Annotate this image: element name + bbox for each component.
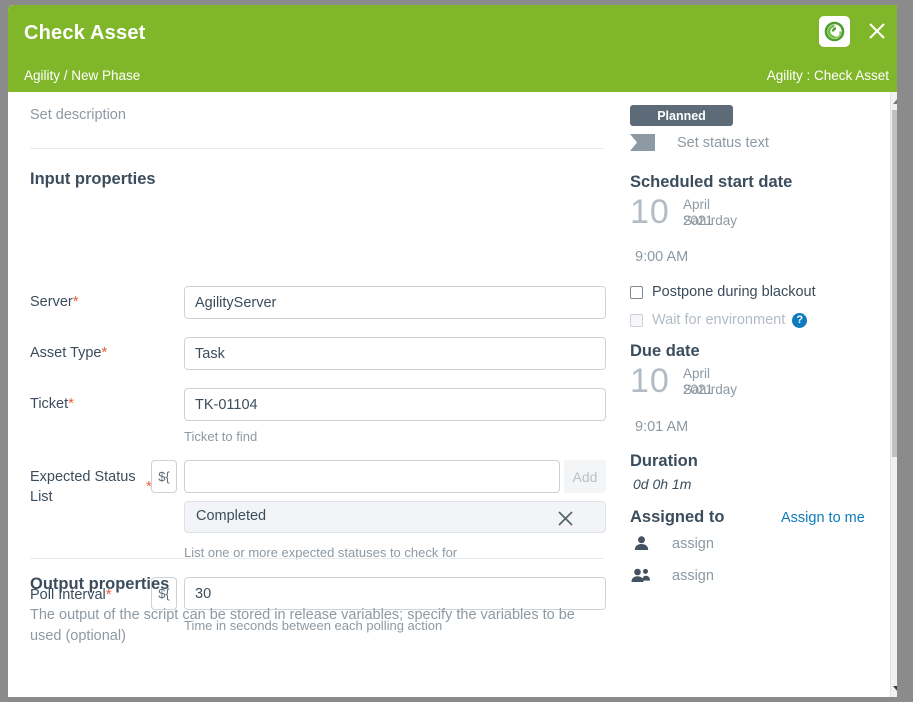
duration-heading: Duration [630, 452, 698, 470]
status-chip-label: Completed [196, 508, 267, 524]
close-button[interactable] [863, 17, 891, 45]
form-column: Set description Input properties Server*… [8, 92, 613, 697]
help-circle-icon[interactable]: ? [792, 312, 808, 328]
due-date-heading: Due date [630, 342, 700, 360]
context-label: Agility : Check Asset [766, 68, 889, 83]
agility-swirl-logo-icon [819, 16, 850, 47]
expected-status-variable-button[interactable]: ${ [151, 460, 177, 493]
due-date-weekday: Saturday [683, 382, 738, 397]
required-marker: * [101, 344, 108, 361]
divider [30, 558, 604, 559]
person-icon [630, 535, 652, 552]
input-properties-heading: Input properties [30, 170, 156, 188]
field-label-expected-status-list: Expected Status List [30, 469, 136, 505]
assigned-to-heading: Assigned to [630, 508, 725, 526]
backdrop-right-gutter [897, 0, 913, 702]
page-title: Check Asset [24, 22, 146, 44]
duration-value: 0d 0h 1m [633, 476, 692, 492]
scheduled-start-date-heading: Scheduled start date [630, 173, 793, 191]
sidebar-column: Planned Set status text Scheduled start … [613, 92, 890, 697]
check-asset-modal: Check Asset Agility / New Phase Agility … [8, 5, 905, 697]
ticket-hint: Ticket to find [184, 429, 258, 444]
set-status-text-row[interactable]: Set status text [630, 134, 769, 151]
checkbox-postpone-during-blackout[interactable]: Postpone during blackout [630, 284, 816, 300]
add-status-button[interactable]: Add [564, 460, 606, 493]
flag-icon [630, 134, 655, 151]
expected-status-input[interactable] [184, 460, 560, 493]
checkbox-wait-for-environment: Wait for environment ? [630, 312, 808, 328]
checkbox-box[interactable] [630, 285, 643, 299]
due-date-day: 10 [630, 362, 670, 400]
checkbox-label: Postpone during blackout [652, 284, 816, 300]
field-label-server: Server* [30, 293, 79, 310]
required-marker: * [72, 293, 79, 310]
modal-header: Check Asset Agility / New Phase Agility … [8, 5, 905, 92]
scheduled-start-day: 10 [630, 193, 670, 231]
field-label-ticket: Ticket* [30, 395, 74, 412]
scheduled-start-time[interactable]: 9:00 AM [635, 249, 688, 265]
asset-type-input[interactable] [184, 337, 606, 370]
people-icon [630, 567, 652, 584]
assign-to-me-link[interactable]: Assign to me [781, 510, 865, 526]
checkbox-box [630, 313, 643, 327]
server-input[interactable] [184, 286, 606, 319]
scheduled-start-weekday: Saturday [683, 213, 738, 228]
output-properties-heading: Output properties [30, 575, 170, 593]
set-status-text-label: Set status text [677, 134, 769, 151]
status-badge[interactable]: Planned [630, 105, 733, 126]
required-marker: * [68, 395, 74, 412]
ticket-input[interactable] [184, 388, 606, 421]
field-label-asset-type: Asset Type* [30, 344, 108, 361]
assign-team-label: assign [672, 567, 714, 584]
description-placeholder[interactable]: Set description [30, 107, 126, 123]
due-date-time[interactable]: 9:01 AM [635, 419, 688, 435]
checkbox-label: Wait for environment [652, 312, 786, 328]
status-chip-completed[interactable]: Completed [184, 501, 606, 533]
output-properties-note: The output of the script can be stored i… [30, 607, 575, 644]
close-icon[interactable] [553, 506, 577, 530]
assign-user-row[interactable]: assign [630, 535, 714, 552]
modal-body: Set description Input properties Server*… [8, 92, 905, 697]
breadcrumb[interactable]: Agility / New Phase [24, 68, 140, 83]
assign-team-row[interactable]: assign [630, 567, 714, 584]
divider [30, 148, 604, 149]
assign-user-label: assign [672, 535, 714, 552]
